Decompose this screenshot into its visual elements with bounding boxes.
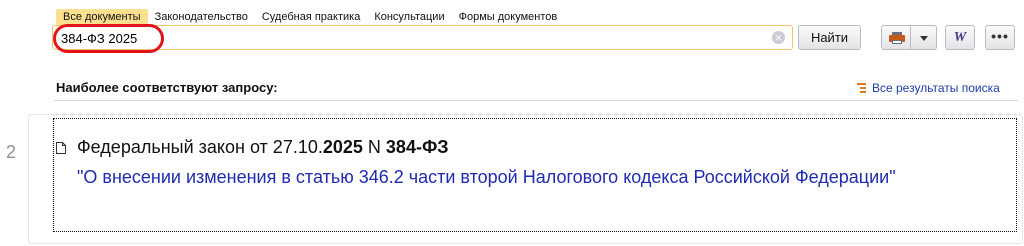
export-word-button[interactable]: W <box>945 25 975 50</box>
print-button[interactable] <box>881 25 911 50</box>
tab-court-practice[interactable]: Судебная практика <box>255 9 367 26</box>
document-icon <box>56 142 66 154</box>
tab-legislation[interactable]: Законодательство <box>148 9 255 26</box>
result-document-link[interactable]: "О внесении изменения в статью 346.2 час… <box>77 165 957 189</box>
print-options-dropdown[interactable] <box>911 25 937 50</box>
result-title-part: Федеральный закон от 27.10. <box>77 137 323 157</box>
divider <box>54 100 1018 101</box>
list-icon <box>857 83 866 93</box>
result-title: Федеральный закон от 27.10.2025 N 384-ФЗ <box>77 137 449 158</box>
find-button[interactable]: Найти <box>798 25 861 50</box>
tab-all-documents[interactable]: Все документы <box>56 8 148 26</box>
printer-icon <box>889 32 905 44</box>
word-icon: W <box>953 30 967 45</box>
result-title-number: 384-ФЗ <box>385 137 449 157</box>
tab-document-forms[interactable]: Формы документов <box>452 9 565 26</box>
all-results-label: Все результаты поиска <box>872 81 1000 95</box>
ellipsis-icon: ••• <box>991 28 1009 44</box>
search-tabs: Все документы Законодательство Судебная … <box>56 8 564 26</box>
search-box: × <box>52 25 793 50</box>
chevron-down-icon <box>920 36 928 41</box>
tab-consultations[interactable]: Консультации <box>367 9 451 26</box>
result-number: 2 <box>6 142 17 162</box>
section-title: Наиболее соответствуют запросу: <box>56 80 278 95</box>
all-results-link[interactable]: Все результаты поиска <box>857 81 1000 95</box>
more-options-button[interactable]: ••• <box>985 25 1015 50</box>
search-input[interactable] <box>61 29 761 47</box>
clear-search-icon[interactable]: × <box>772 31 785 44</box>
result-title-year: 2025 <box>322 137 363 157</box>
result-title-part: N <box>362 137 386 157</box>
